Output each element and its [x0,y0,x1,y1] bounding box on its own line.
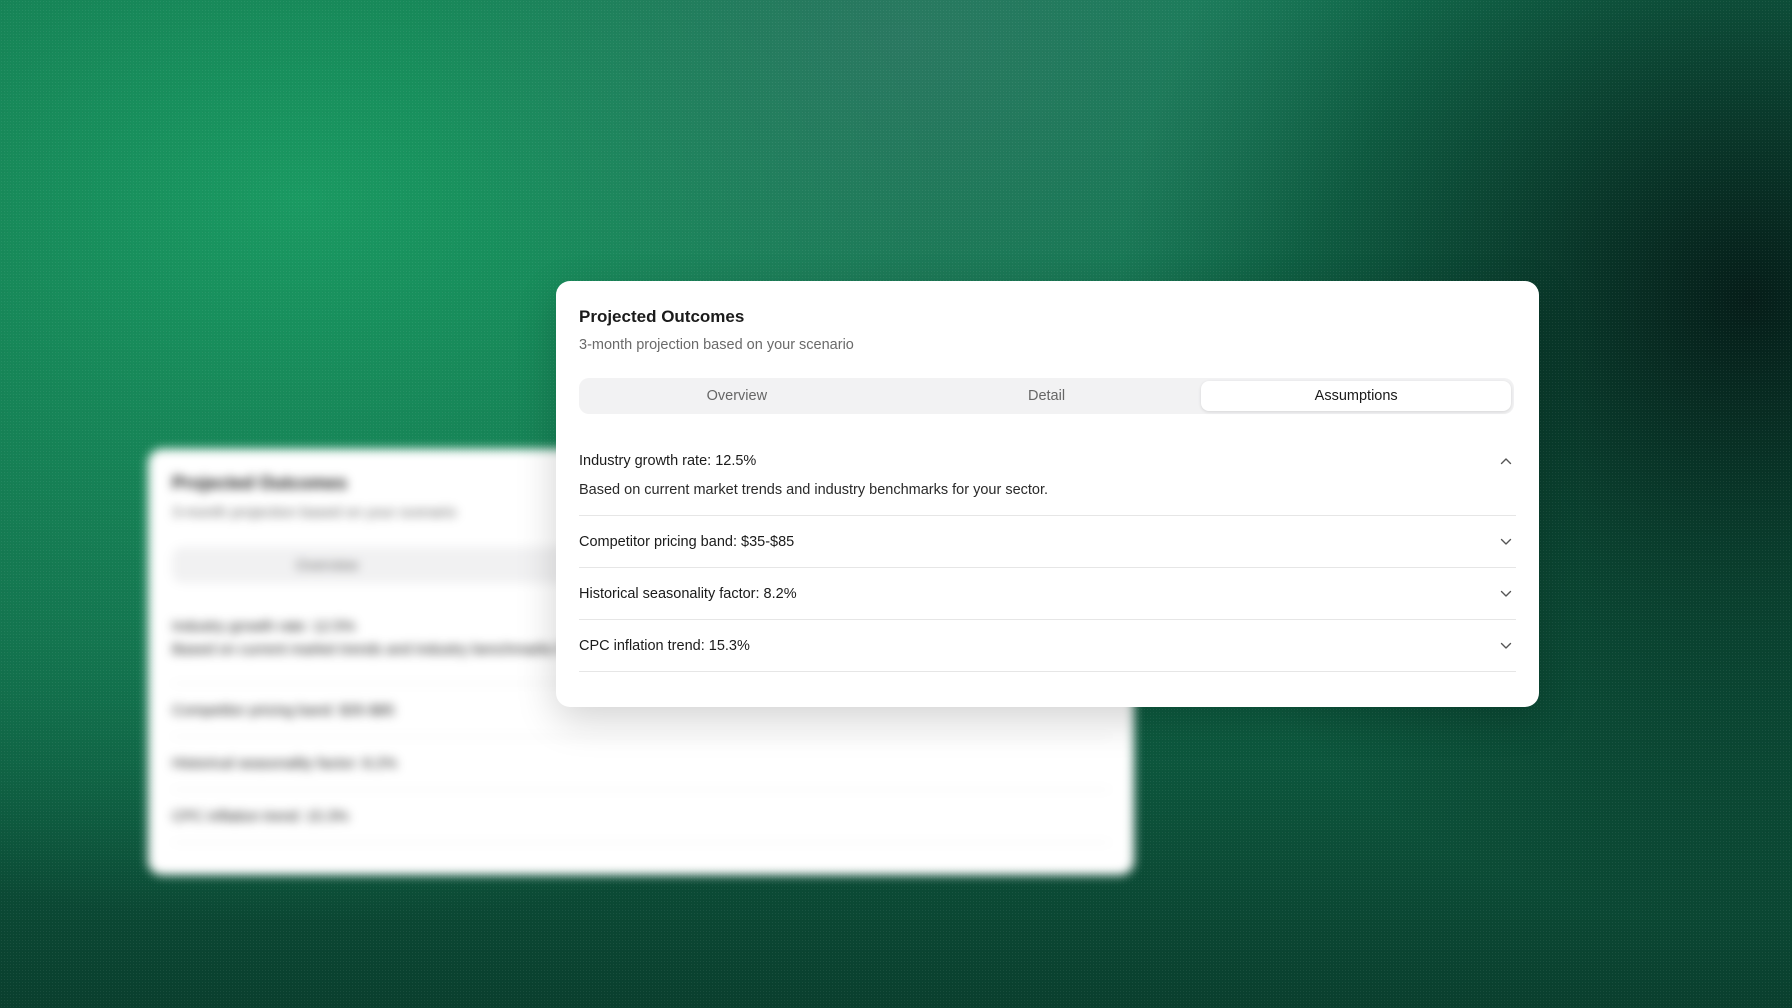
accordion-label: Competitor pricing band: $35-$85 [579,533,795,550]
card-title: Projected Outcomes [579,307,745,326]
tab-bar: Overview Detail Assumptions [579,378,1514,414]
ghost-row: Historical seasonality factor: 8.2% [172,737,1110,790]
chevron-down-icon[interactable] [1498,586,1514,602]
accordion-label: CPC inflation trend: 15.3% [579,637,750,654]
accordion-label: Historical seasonality factor: 8.2% [579,585,797,602]
accordion-header-competitor-pricing[interactable]: Competitor pricing band: $35-$85 [579,516,1516,567]
ghost-row: CPC inflation trend: 15.3% [172,790,1110,843]
accordion-label: Industry growth rate: 12.5% [579,452,757,469]
projected-outcomes-card: Projected Outcomes 3-month projection ba… [556,281,1539,707]
accordion-header-industry-growth[interactable]: Industry growth rate: 12.5% [579,440,1516,481]
tab-detail[interactable]: Detail [892,381,1202,411]
chevron-down-icon[interactable] [1498,638,1514,654]
chevron-up-icon[interactable] [1498,453,1514,469]
accordion-item-competitor-pricing: Competitor pricing band: $35-$85 [579,516,1516,568]
accordion-item-seasonality: Historical seasonality factor: 8.2% [579,568,1516,620]
card-subtitle: 3-month projection based on your scenari… [579,337,854,353]
tab-assumptions[interactable]: Assumptions [1201,381,1512,411]
background: Projected Outcomes 3-month projection ba… [0,0,1792,1008]
accordion-header-seasonality[interactable]: Historical seasonality factor: 8.2% [579,568,1516,619]
tab-overview[interactable]: Overview [582,381,892,411]
accordion-item-industry-growth: Industry growth rate: 12.5% Based on cur… [579,440,1516,516]
ghost-tab-overview: Overview [295,556,359,574]
assumptions-accordion: Industry growth rate: 12.5% Based on cur… [579,440,1516,672]
accordion-item-cpc-inflation: CPC inflation trend: 15.3% [579,620,1516,672]
accordion-header-cpc-inflation[interactable]: CPC inflation trend: 15.3% [579,620,1516,671]
accordion-description: Based on current market trends and indus… [579,482,1049,498]
chevron-down-icon[interactable] [1498,534,1514,550]
